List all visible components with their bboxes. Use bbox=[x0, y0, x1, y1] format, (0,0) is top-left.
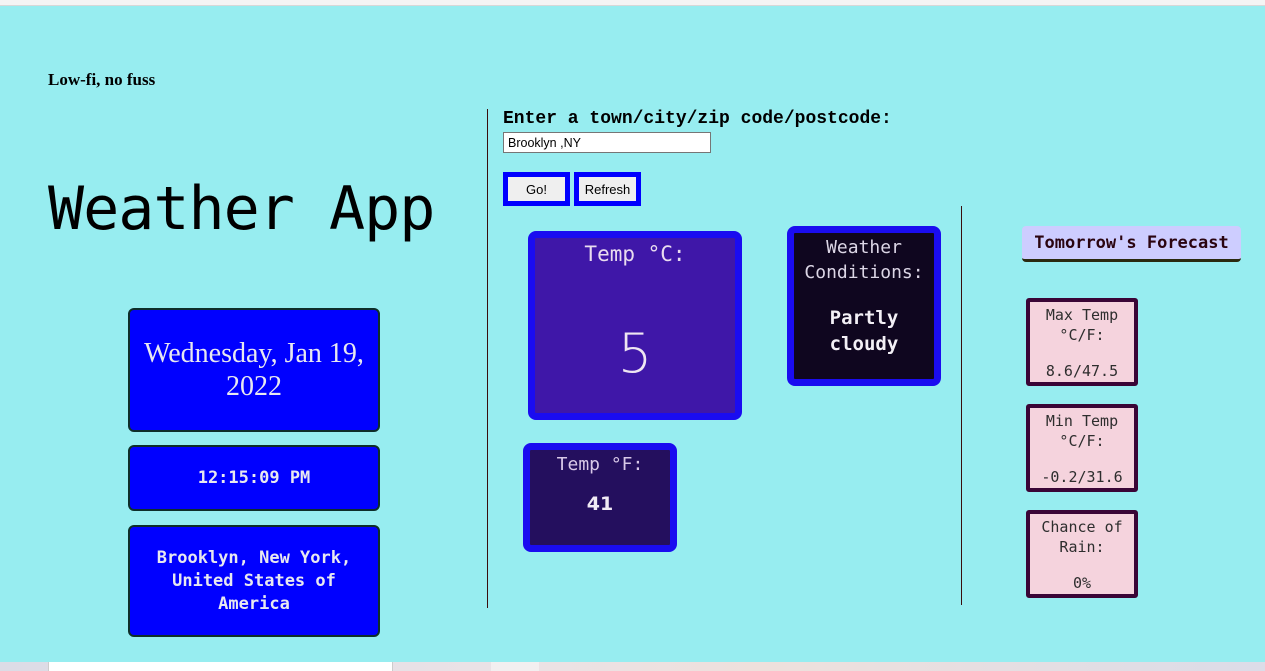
tagline: Low-fi, no fuss bbox=[48, 70, 156, 89]
weather-conditions-card: Weather Conditions: Partly cloudy bbox=[787, 226, 941, 386]
temp-fahrenheit-label: Temp °F: bbox=[556, 454, 644, 475]
temp-fahrenheit-value: 41 bbox=[586, 493, 614, 515]
location-display: Brooklyn, New York, United States of Ame… bbox=[128, 525, 380, 637]
forecast-max-temp-label: Max Temp °C/F: bbox=[1045, 306, 1119, 344]
temp-celsius-label: Temp °C: bbox=[584, 242, 686, 266]
taskbar-item[interactable] bbox=[491, 662, 539, 671]
date-text: Wednesday, Jan 19, 2022 bbox=[144, 338, 364, 402]
right-divider bbox=[961, 206, 962, 605]
forecast-title: Tomorrow's Forecast bbox=[1022, 226, 1241, 262]
taskbar-search-box[interactable] bbox=[48, 662, 393, 671]
weather-conditions-value: Partly cloudy bbox=[829, 307, 899, 355]
location-search-input[interactable] bbox=[503, 132, 711, 153]
app-title: Weather App bbox=[48, 174, 435, 244]
search-label: Enter a town/city/zip code/postcode: bbox=[503, 109, 892, 129]
time-display: 12:15:09 PM bbox=[128, 445, 380, 511]
temp-fahrenheit-card: Temp °F: 41 bbox=[523, 443, 677, 552]
forecast-min-temp-card: Min Temp °C/F: -0.2/31.6 bbox=[1026, 404, 1138, 492]
temp-celsius-card: Temp °C: 5 bbox=[528, 231, 742, 420]
taskbar-edge bbox=[0, 662, 1265, 671]
forecast-rain-chance-label: Chance of Rain: bbox=[1041, 518, 1123, 556]
left-divider bbox=[487, 109, 488, 608]
weather-conditions-label: Weather Conditions: bbox=[804, 237, 924, 283]
forecast-max-temp-card: Max Temp °C/F: 8.6/47.5 bbox=[1026, 298, 1138, 386]
forecast-min-temp-label: Min Temp °C/F: bbox=[1045, 412, 1119, 450]
forecast-rain-chance-card: Chance of Rain: 0% bbox=[1026, 510, 1138, 598]
forecast-rain-chance-value: 0% bbox=[1072, 574, 1092, 592]
location-text: Brooklyn, New York, United States of Ame… bbox=[156, 547, 352, 614]
refresh-button[interactable]: Refresh bbox=[574, 172, 641, 206]
date-display: Wednesday, Jan 19, 2022 bbox=[128, 308, 380, 432]
go-button[interactable]: Go! bbox=[503, 172, 570, 206]
forecast-max-temp-value: 8.6/47.5 bbox=[1045, 362, 1119, 380]
time-text: 12:15:09 PM bbox=[197, 468, 311, 488]
temp-celsius-value: 5 bbox=[617, 322, 653, 385]
forecast-min-temp-value: -0.2/31.6 bbox=[1041, 468, 1123, 486]
